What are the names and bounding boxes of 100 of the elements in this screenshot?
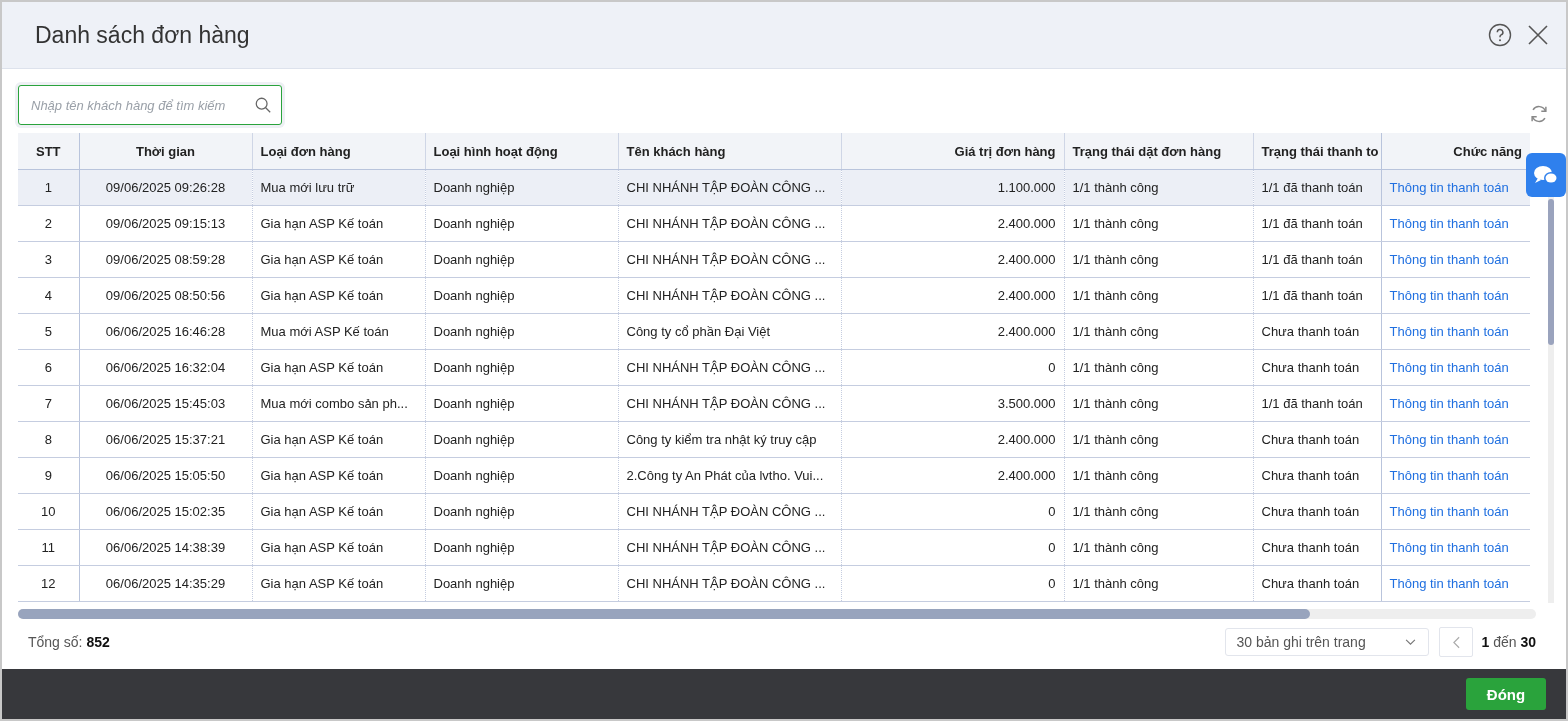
table-cell: 1/1 thành công (1072, 288, 1159, 303)
table-cell: 06/06/2025 15:45:03 (105, 396, 226, 411)
table-cell: 0 (1048, 360, 1056, 375)
table-row[interactable]: 11 06/06/2025 14:38:39 Gia hạn ASP Kế toán Doanh nghiệp CHI NHÁNH TẬP ĐOÀN CÔNG ... 0 1/1 thành công Chưa thanh toán Thông tin thanh toán (18, 529, 1530, 566)
total-value: 852 (86, 634, 110, 650)
column-header: Chức năng (1381, 133, 1530, 170)
table-cell: 1/1 thành công (1072, 504, 1159, 519)
table-cell: Doanh nghiệp (433, 432, 515, 447)
page-size-dropdown[interactable]: 30 bản ghi trên trang (1225, 628, 1430, 656)
caret-icon (1405, 638, 1417, 646)
table-cell: 0 (1048, 540, 1056, 555)
chevron-left-icon (1453, 635, 1460, 649)
payment-info-link[interactable]: Thông tin thanh toán (1389, 288, 1509, 303)
payment-info-link[interactable]: Thông tin thanh toán (1389, 432, 1509, 447)
table-cell: 06/06/2025 14:35:29 (105, 576, 226, 591)
table-cell: Gia hạn ASP Kế toán (260, 360, 384, 375)
payment-info-link[interactable]: Thông tin thanh toán (1389, 252, 1509, 267)
table-cell: 09/06/2025 09:26:28 (105, 180, 226, 195)
payment-info-link[interactable]: Thông tin thanh toán (1389, 324, 1509, 339)
table-cell: 1/1 thành công (1072, 576, 1159, 591)
table-cell: Công ty kiểm tra nhật ký truy cập (626, 432, 817, 447)
table-row[interactable]: 8 06/06/2025 15:37:21 Gia hạn ASP Kế toán Doanh nghiệp Công ty kiểm tra nhật ký truy cập 2.400.000 1/1 thành công Chưa thanh toán Thông tin thanh toán (18, 421, 1530, 458)
table-cell: 4 (44, 288, 52, 303)
table-cell: 1/1 thành công (1072, 216, 1159, 231)
table-cell: 0 (1048, 504, 1056, 519)
help-icon[interactable] (1488, 23, 1512, 47)
table-cell: 5 (44, 324, 52, 339)
range-start: 1 (1481, 634, 1490, 650)
table-row[interactable]: 2 09/06/2025 09:15:13 Gia hạn ASP Kế toán Doanh nghiệp CHI NHÁNH TẬP ĐOÀN CÔNG ... 2.400.000 1/1 thành công 1/1 đã thanh toán Thông tin thanh toán (18, 205, 1530, 242)
table-cell: Chưa thanh toán (1261, 432, 1360, 447)
table-row[interactable]: 1 09/06/2025 09:26:28 Mua mới lưu trữ Doanh nghiệp CHI NHÁNH TẬP ĐOÀN CÔNG ... 1.100.000 1/1 thành công 1/1 đã thanh toán Thông tin thanh toán (18, 169, 1530, 206)
dialog-title: Danh sách đơn hàng (35, 21, 250, 49)
range-end: 30 (1520, 634, 1536, 650)
column-header: Giá trị đơn hàng (841, 133, 1064, 170)
column-header: Loại đơn hàng (252, 133, 425, 170)
table-cell: 1/1 thành công (1072, 468, 1159, 483)
horizontal-scrollbar[interactable] (18, 609, 1536, 619)
search-field[interactable]: Nhập tên khách hàng để tìm kiếm (18, 85, 282, 125)
search-icon (254, 96, 272, 114)
table-cell: Chưa thanh toán (1261, 540, 1360, 555)
table-cell: 3.500.000 (997, 396, 1056, 411)
range-word: đến (1493, 634, 1517, 650)
table-cell: Mua mới combo sản ph... (260, 396, 408, 411)
table-cell: 2.400.000 (997, 288, 1056, 303)
table-cell: CHI NHÁNH TẬP ĐOÀN CÔNG ... (626, 540, 826, 555)
refresh-icon[interactable] (1528, 103, 1550, 125)
payment-info-link[interactable]: Thông tin thanh toán (1389, 540, 1509, 555)
table-row[interactable]: 10 06/06/2025 15:02:35 Gia hạn ASP Kế toán Doanh nghiệp CHI NHÁNH TẬP ĐOÀN CÔNG ... 0 1/1 thành công Chưa thanh toán Thông tin thanh toán (18, 493, 1530, 530)
total-label: Tổng số: (28, 634, 83, 650)
table-cell: Chưa thanh toán (1261, 468, 1360, 483)
table-cell: 1/1 đã thanh toán (1261, 288, 1363, 303)
table-row[interactable]: 12 06/06/2025 14:35:29 Gia hạn ASP Kế toán Doanh nghiệp CHI NHÁNH TẬP ĐOÀN CÔNG ... 0 1/1 thành công Chưa thanh toán Thông tin thanh toán (18, 565, 1530, 602)
table-row[interactable]: 6 06/06/2025 16:32:04 Gia hạn ASP Kế toán Doanh nghiệp CHI NHÁNH TẬP ĐOÀN CÔNG ... 0 1/1 thành công Chưa thanh toán Thông tin thanh toán (18, 349, 1530, 386)
table-cell: Doanh nghiệp (433, 468, 515, 483)
table-row[interactable]: 5 06/06/2025 16:46:28 Mua mới ASP Kế toán Doanh nghiệp Công ty cổ phần Đại Việt 2.400.000 1/1 thành công Chưa thanh toán Thông tin thanh toán (18, 313, 1530, 350)
table-cell: Doanh nghiệp (433, 504, 515, 519)
table-cell: 1.100.000 (997, 180, 1056, 195)
table-cell: Mua mới ASP Kế toán (260, 324, 389, 339)
column-header: Trạng thái thanh to (1253, 133, 1381, 170)
payment-info-link[interactable]: Thông tin thanh toán (1389, 396, 1509, 411)
table-cell: 06/06/2025 14:38:39 (105, 540, 226, 555)
table-cell: CHI NHÁNH TẬP ĐOÀN CÔNG ... (626, 216, 826, 231)
payment-info-link[interactable]: Thông tin thanh toán (1389, 504, 1509, 519)
table-cell: Chưa thanh toán (1261, 324, 1360, 339)
column-header: Thời gian (79, 133, 252, 170)
table-cell: Doanh nghiệp (433, 324, 515, 339)
table-cell: 3 (44, 252, 52, 267)
table-cell: Gia hạn ASP Kế toán (260, 504, 384, 519)
table-cell: 06/06/2025 15:02:35 (105, 504, 226, 519)
table-row[interactable]: 7 06/06/2025 15:45:03 Mua mới combo sản ph... Doanh nghiệp CHI NHÁNH TẬP ĐOÀN CÔNG ... 3.500.000 1/1 thành công 1/1 đã thanh toán Thông tin thanh toán (18, 385, 1530, 422)
table-cell: Doanh nghiệp (433, 396, 515, 411)
payment-info-link[interactable]: Thông tin thanh toán (1389, 468, 1509, 483)
table-row[interactable]: 9 06/06/2025 15:05:50 Gia hạn ASP Kế toán Doanh nghiệp 2.Công ty An Phát của lvtho. Vui... 2.400.000 1/1 thành công Chưa thanh toán Thông tin thanh toán (18, 457, 1530, 494)
payment-info-link[interactable]: Thông tin thanh toán (1389, 576, 1509, 591)
table-cell: Công ty cổ phần Đại Việt (626, 324, 771, 339)
table-cell: 12 (41, 576, 56, 591)
table-cell: 2.Công ty An Phát của lvtho. Vui... (626, 468, 824, 483)
table-cell: Doanh nghiệp (433, 252, 515, 267)
close-icon[interactable] (1526, 23, 1550, 47)
table-cell: 9 (44, 468, 52, 483)
table-cell: CHI NHÁNH TẬP ĐOÀN CÔNG ... (626, 576, 826, 591)
table-cell: 2.400.000 (997, 252, 1056, 267)
table-row[interactable]: 3 09/06/2025 08:59:28 Gia hạn ASP Kế toán Doanh nghiệp CHI NHÁNH TẬP ĐOÀN CÔNG ... 2.400.000 1/1 thành công 1/1 đã thanh toán Thông tin thanh toán (18, 241, 1530, 278)
table-cell: Gia hạn ASP Kế toán (260, 576, 384, 591)
table-cell: Doanh nghiệp (433, 360, 515, 375)
table-cell: Doanh nghiệp (433, 540, 515, 555)
chat-bubbles-icon[interactable] (1526, 153, 1566, 197)
table-cell: Doanh nghiệp (433, 576, 515, 591)
table-cell: 1/1 đã thanh toán (1261, 252, 1363, 267)
vertical-scrollbar[interactable] (1548, 195, 1554, 603)
payment-info-link[interactable]: Thông tin thanh toán (1389, 180, 1509, 195)
table-row[interactable]: 4 09/06/2025 08:50:56 Gia hạn ASP Kế toán Doanh nghiệp CHI NHÁNH TẬP ĐOÀN CÔNG ... 2.400.000 1/1 thành công 1/1 đã thanh toán Thông tin thanh toán (18, 277, 1530, 314)
payment-info-link[interactable]: Thông tin thanh toán (1389, 216, 1509, 231)
table-cell: Gia hạn ASP Kế toán (260, 216, 384, 231)
table-cell: 2.400.000 (997, 468, 1056, 483)
table-cell: Gia hạn ASP Kế toán (260, 432, 384, 447)
payment-info-link[interactable]: Thông tin thanh toán (1389, 360, 1509, 375)
table-cell: CHI NHÁNH TẬP ĐOÀN CÔNG ... (626, 360, 826, 375)
table-cell: 1/1 thành công (1072, 432, 1159, 447)
table-cell: Gia hạn ASP Kế toán (260, 468, 384, 483)
